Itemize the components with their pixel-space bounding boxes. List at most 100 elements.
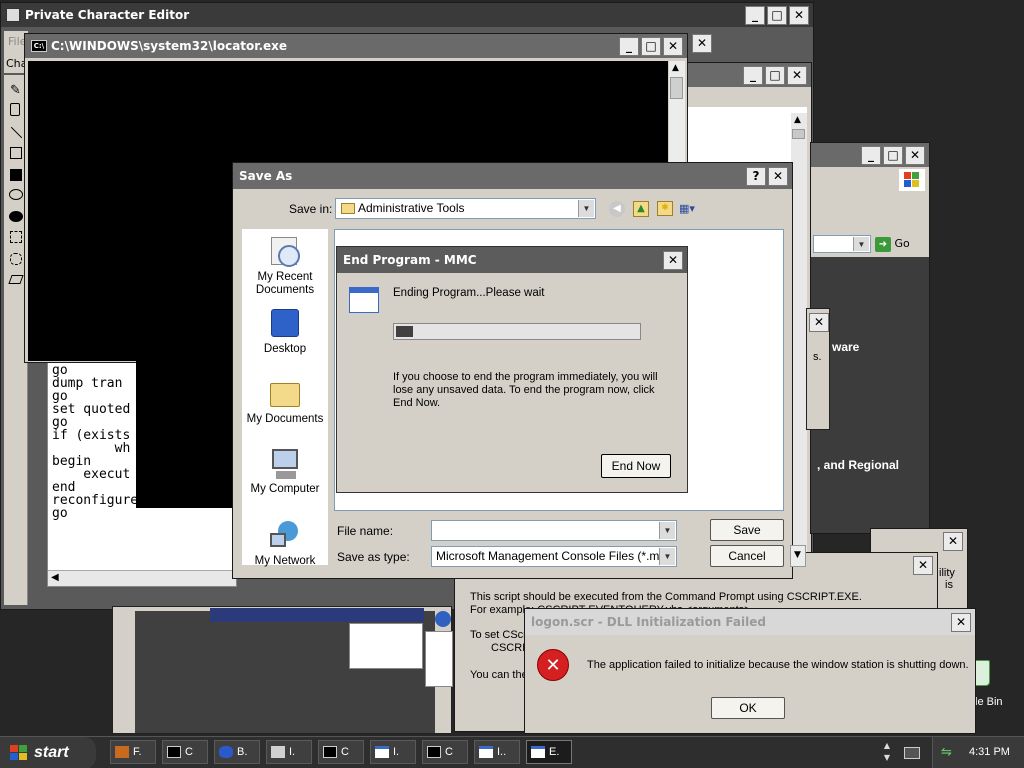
scroll-up-icon[interactable]: ▲ [794, 115, 801, 125]
tray-network-icon[interactable]: ⇋ [941, 745, 957, 761]
scroll-thumb[interactable] [670, 77, 683, 99]
ok-button[interactable]: OK [711, 697, 785, 719]
pce-close-button[interactable]: ✕ [789, 6, 809, 25]
console-extra-close-button[interactable]: ✕ [692, 34, 712, 53]
taskbar-item-window-2[interactable]: I.. [474, 740, 520, 764]
file-name-input[interactable]: ▼ [431, 520, 677, 541]
script-hscrollbar[interactable]: ◀ [48, 570, 236, 586]
line-tool-icon[interactable] [10, 126, 23, 139]
right-window-a-close-button[interactable]: ✕ [943, 532, 963, 551]
keyboard-icon[interactable] [904, 747, 920, 759]
desktop-icon [268, 307, 302, 341]
console-maximize-button[interactable]: □ [641, 37, 661, 56]
start-button[interactable]: start [0, 737, 96, 768]
save-as-type-dropdown[interactable]: Microsoft Management Console Files (*.ms… [431, 546, 677, 567]
taskbar-item-installer[interactable]: I. [266, 740, 312, 764]
recycle-bin-label[interactable]: le Bin [975, 696, 1003, 708]
tray-clock[interactable]: 4:31 PM [969, 746, 1010, 758]
pce-titlebar[interactable]: Private Character Editor [1, 3, 813, 27]
rectangle-outline-icon[interactable] [10, 147, 22, 159]
scroll-left-icon[interactable]: ◀ [51, 572, 59, 583]
console-minimize-button[interactable]: _ [619, 37, 639, 56]
places-desktop[interactable]: Desktop [242, 307, 328, 356]
taskbar-item-console-2[interactable]: C [318, 740, 364, 764]
save-as-title: Save As [239, 169, 293, 183]
end-program-close-button[interactable]: ✕ [663, 251, 683, 270]
up-folder-icon[interactable]: ▲ [633, 201, 649, 217]
console-titlebar[interactable]: C:\ C:\WINDOWS\system32\locator.exe [25, 34, 687, 58]
clock-icon [268, 235, 302, 269]
taskbar-item-window-3[interactable]: E. [526, 740, 572, 764]
save-as-side-scrollbar[interactable]: ▼ [790, 545, 806, 567]
end-program-titlebar[interactable]: End Program - MMC [337, 247, 687, 273]
scroll-up-icon[interactable]: ▲ [672, 63, 679, 73]
system-tray: ⇋ 4:31 PM [932, 737, 1024, 768]
places-my-computer[interactable]: My Computer [242, 447, 328, 496]
chevron-down-icon[interactable]: ▼ [578, 200, 594, 217]
rect-select-icon[interactable] [10, 231, 22, 243]
go-button[interactable]: ➜ Go [875, 235, 915, 253]
logon-error-close-button[interactable]: ✕ [951, 613, 971, 632]
installer-icon [271, 746, 285, 759]
scroll-down-icon[interactable]: ▼ [794, 550, 801, 560]
pce-app-icon [6, 8, 20, 22]
documents-folder-icon [268, 377, 302, 411]
ellipse-filled-icon[interactable] [9, 211, 23, 222]
taskbar-item-console-1[interactable]: C [162, 740, 208, 764]
background-dark-panel [112, 606, 453, 734]
chevron-down-icon[interactable]: ▼ [659, 548, 675, 565]
pencil-icon[interactable]: ✎ [10, 83, 21, 98]
save-as-close-button[interactable]: ✕ [768, 167, 788, 186]
address-bar[interactable]: ▼ [813, 235, 871, 253]
bw1-minimize-button[interactable]: _ [743, 66, 763, 85]
end-program-dialog[interactable]: End Program - MMC ✕ Ending Program...Ple… [336, 246, 688, 493]
places-my-recent-documents[interactable]: My Recent Documents [242, 235, 328, 297]
save-as-titlebar[interactable]: Save As [233, 163, 792, 189]
console-icon [427, 746, 441, 759]
view-menu-icon[interactable]: ▦▾ [679, 201, 703, 217]
pce-minimize-button[interactable]: _ [745, 6, 765, 25]
control-panel-popup[interactable]: ✕ s. [806, 308, 830, 430]
browser-minimize-button[interactable]: _ [861, 146, 881, 165]
taskbar-scroll-arrows[interactable]: ▲ ▼ [880, 740, 894, 766]
logon-error-titlebar[interactable]: logon.scr - DLL Initialization Failed [525, 609, 975, 635]
bw1-close-button[interactable]: ✕ [787, 66, 807, 85]
places-my-documents[interactable]: My Documents [242, 377, 328, 426]
control-popup-close-button[interactable]: ✕ [809, 313, 829, 332]
pce-maximize-button[interactable]: □ [767, 6, 787, 25]
taskbar: start F. C B. I. C I. C I.. E. ▲ ▼ ⇋ 4:31… [0, 736, 1024, 768]
places-my-network[interactable]: My Network [242, 519, 328, 568]
pce-title: Private Character Editor [25, 8, 190, 22]
cscript-close-button[interactable]: ✕ [913, 556, 933, 575]
rectangle-filled-icon[interactable] [10, 169, 22, 181]
go-label: Go [894, 237, 910, 250]
browser-close-button[interactable]: ✕ [905, 146, 925, 165]
ellipse-outline-icon[interactable] [9, 189, 23, 200]
freeform-select-icon[interactable] [10, 253, 22, 265]
info-icon [435, 611, 451, 627]
brush-icon[interactable] [10, 103, 20, 116]
console-caption-buttons: _ □ ✕ [619, 37, 683, 56]
chevron-down-icon[interactable]: ▼ [659, 522, 675, 539]
cancel-button[interactable]: Cancel [710, 545, 784, 567]
back-icon[interactable]: ◀ [609, 201, 625, 217]
logon-error-dialog[interactable]: logon.scr - DLL Initialization Failed ✕ … [524, 608, 976, 734]
scroll-thumb[interactable] [792, 129, 805, 139]
eraser-icon[interactable] [8, 275, 24, 284]
taskbar-item-font-editor[interactable]: F. [110, 740, 156, 764]
font-editor-icon [115, 746, 129, 759]
taskbar-item-window-1[interactable]: I. [370, 740, 416, 764]
save-in-dropdown[interactable]: Administrative Tools ▼ [335, 198, 596, 219]
taskbar-item-bluetooth[interactable]: B. [214, 740, 260, 764]
bw1-vscrollbar[interactable]: ▲ [791, 113, 807, 583]
help-button[interactable]: ? [746, 167, 766, 186]
taskbar-item-console-3[interactable]: C [422, 740, 468, 764]
console-close-button[interactable]: ✕ [663, 37, 683, 56]
browser-maximize-button[interactable]: □ [883, 146, 903, 165]
save-button[interactable]: Save [710, 519, 784, 541]
new-folder-icon[interactable]: ✱ [657, 201, 673, 216]
end-now-button[interactable]: End Now [601, 454, 671, 478]
chevron-down-icon[interactable]: ▼ [853, 237, 869, 251]
bw1-maximize-button[interactable]: □ [765, 66, 785, 85]
places-label: My Documents [246, 413, 324, 425]
